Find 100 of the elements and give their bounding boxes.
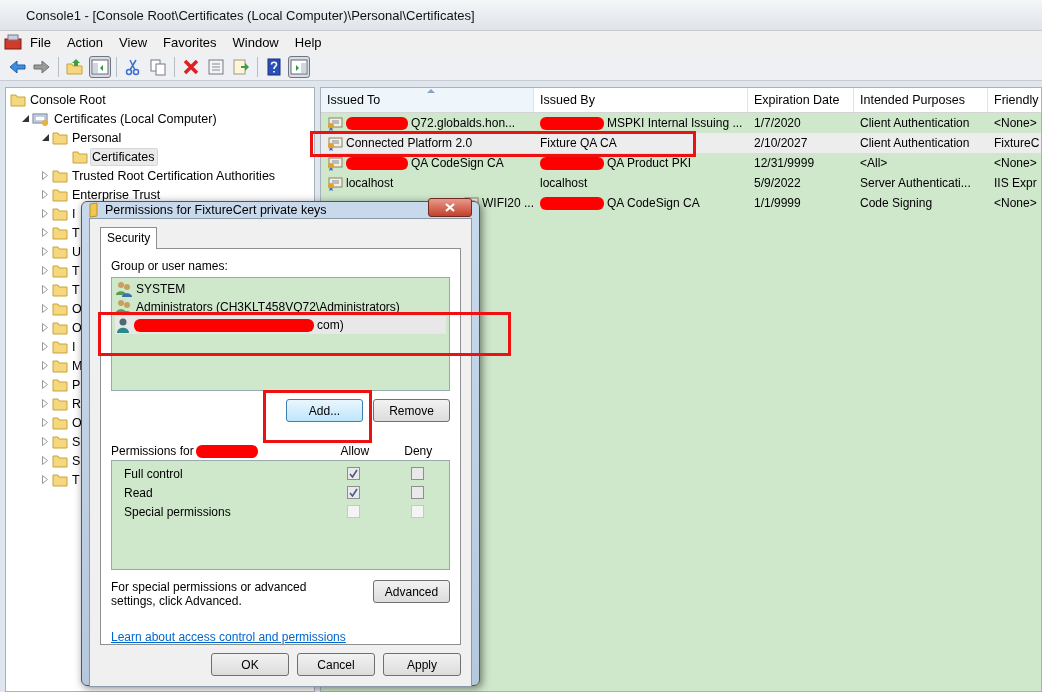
tree-item[interactable]: S — [70, 432, 84, 451]
folder-icon — [89, 202, 99, 218]
certificate-icon — [327, 175, 343, 191]
action-pane-icon — [290, 57, 308, 76]
menu-item[interactable]: Favorites — [155, 34, 225, 50]
user-row[interactable]: com) — [115, 316, 446, 334]
table-cell: WIFI20 ... — [482, 196, 534, 210]
menu-item[interactable]: Window — [224, 34, 287, 50]
expand-arrow-icon[interactable] — [42, 342, 48, 351]
dialog-button[interactable]: Remove — [373, 399, 450, 422]
folder-icon — [52, 339, 68, 354]
column-header[interactable]: Friendly — [988, 88, 1041, 112]
tree-item[interactable]: Certificates — [90, 147, 158, 166]
tree-item[interactable]: Trusted Root Certification Authorities — [70, 166, 279, 185]
expand-arrow-icon[interactable] — [42, 437, 48, 446]
user-row[interactable]: Administrators (CH3KLT458VQ72\Administrators) — [115, 298, 446, 316]
advanced-button[interactable]: Advanced — [373, 580, 450, 603]
tree-item[interactable]: I — [70, 204, 79, 223]
checkbox[interactable] — [347, 486, 361, 499]
expand-arrow-icon[interactable] — [42, 361, 48, 370]
permission-name: Read — [123, 485, 154, 500]
dialog-title: Permissions for FixtureCert private keys — [105, 203, 328, 217]
table-cell: localhost — [346, 176, 394, 190]
expand-arrow-icon[interactable] — [42, 323, 48, 332]
column-header[interactable]: Issued To — [321, 88, 534, 112]
table-cell: FixtureC — [994, 136, 1040, 150]
dialog-button[interactable]: OK — [211, 653, 289, 676]
tree-item[interactable]: T — [70, 280, 83, 299]
forward-arrow-icon — [33, 57, 51, 76]
folder-icon — [52, 130, 68, 145]
expand-arrow-icon[interactable] — [42, 304, 48, 313]
tree-item[interactable]: Personal — [70, 128, 125, 147]
tree-item[interactable]: U — [70, 242, 85, 261]
table-cell: IIS Expr — [994, 176, 1037, 190]
column-header[interactable]: Intended Purposes — [854, 88, 988, 112]
user-group-icon — [115, 299, 133, 315]
column-header[interactable]: Expiration Date — [748, 88, 854, 112]
folder-icon — [52, 358, 68, 373]
expand-arrow-icon[interactable] — [42, 209, 48, 218]
tree-item[interactable]: P — [70, 375, 84, 394]
expand-arrow-icon[interactable] — [42, 475, 48, 484]
toolbar-button[interactable] — [288, 55, 310, 78]
expand-arrow-icon[interactable] — [42, 399, 48, 408]
toolbar-button[interactable] — [89, 55, 111, 78]
tree-item[interactable]: Console Root — [28, 90, 109, 109]
tree-item[interactable]: T — [70, 223, 83, 242]
table-cell: MSPKI Internal Issuing ... — [607, 116, 743, 130]
tree-item[interactable]: S — [70, 451, 84, 470]
column-label: Deny — [403, 444, 434, 458]
checkbox[interactable] — [410, 467, 424, 480]
list-row[interactable]: QA CodeSign CA QA Product PKI 12/31/9999 <All> <None> — [321, 153, 1041, 173]
delete-icon — [182, 57, 200, 76]
user-row[interactable]: SYSTEM — [115, 280, 446, 298]
menu-item[interactable]: File — [22, 34, 59, 50]
collapse-arrow-icon[interactable] — [41, 134, 49, 141]
tree-item[interactable]: O — [70, 299, 85, 318]
table-cell: <None> — [994, 196, 1037, 210]
tree-item[interactable]: Enterprise Trust — [70, 185, 164, 204]
redaction-mark — [195, 444, 258, 458]
user-name: Administrators (CH3KLT458VQ72\Administrators) — [136, 300, 400, 314]
list-row[interactable]: Q72.globalds.hon... MSPKI Internal Issuing ... 1/7/2020 Client Authentication <None> — [321, 113, 1041, 133]
help-link[interactable]: Learn about access control and permissions — [111, 630, 450, 644]
table-cell: Client Authentication — [860, 136, 970, 150]
list-row[interactable]: localhost localhost 5/9/2022 Server Authenticati... IIS Expr — [321, 173, 1041, 193]
expand-arrow-icon[interactable] — [42, 380, 48, 389]
tree-item[interactable]: T — [70, 470, 83, 489]
menu-item[interactable]: Action — [58, 34, 112, 50]
certificate-icon — [327, 135, 343, 151]
table-cell: <None> — [994, 116, 1037, 130]
tree-item[interactable]: I — [70, 337, 79, 356]
tree-item[interactable]: O — [70, 318, 85, 337]
expand-arrow-icon[interactable] — [42, 266, 48, 275]
properties-icon — [207, 57, 225, 76]
column-header[interactable]: Issued By — [534, 88, 748, 112]
expand-arrow-icon[interactable] — [42, 171, 48, 180]
list-row[interactable]: Connected Platform 2.0 Fixture QA CA 2/10/2027 Client Authentication FixtureC — [321, 133, 1041, 153]
tree-item[interactable]: O — [70, 413, 85, 432]
menu-item[interactable]: View — [111, 34, 156, 50]
expand-arrow-icon[interactable] — [42, 247, 48, 256]
tree-item[interactable]: T — [70, 261, 83, 280]
dialog-button[interactable]: Cancel — [297, 653, 375, 676]
show-tree-icon — [91, 57, 109, 76]
dialog-button[interactable]: Add... — [286, 399, 363, 422]
expand-arrow-icon[interactable] — [42, 418, 48, 427]
checkbox[interactable] — [347, 467, 361, 480]
folder-icon — [52, 320, 68, 335]
menu-item[interactable]: Help — [286, 34, 330, 50]
folder-icon — [10, 92, 26, 107]
tree-item[interactable]: Certificates (Local Computer) — [52, 109, 220, 128]
collapse-arrow-icon[interactable] — [21, 115, 29, 122]
table-cell: QA CodeSign CA — [607, 196, 700, 210]
expand-arrow-icon[interactable] — [42, 190, 48, 199]
checkbox[interactable] — [410, 486, 424, 499]
expand-arrow-icon[interactable] — [42, 285, 48, 294]
tree-item[interactable]: R — [70, 394, 85, 413]
dialog-button[interactable]: Apply — [383, 653, 461, 676]
expand-arrow-icon[interactable] — [42, 456, 48, 465]
expand-arrow-icon[interactable] — [42, 228, 48, 237]
tab[interactable]: Security — [100, 227, 158, 249]
permission-name: Full control — [123, 466, 184, 481]
